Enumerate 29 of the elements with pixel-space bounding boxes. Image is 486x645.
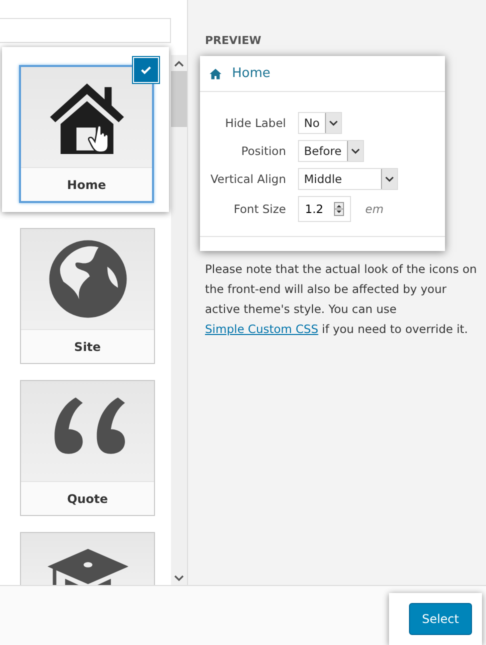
icon-tile[interactable]: Site (20, 228, 155, 364)
dropdown[interactable]: Before (298, 140, 364, 162)
help-text: Please note that the actual look of the icons on the front-end will also be affected by your active theme's style. You can use Simple Custom CSS if you need to override it. (205, 261, 478, 338)
checkmark-icon (133, 57, 159, 83)
home-icon (209, 68, 222, 80)
field-label: Hide Label (224, 116, 286, 130)
caret-icon (346, 141, 363, 161)
icon-tile[interactable]: Home (19, 65, 154, 203)
scrollbar[interactable] (171, 55, 187, 585)
icon-tile[interactable] (20, 532, 155, 585)
icon-tile[interactable]: Quote (20, 380, 155, 516)
caret-icon (381, 169, 397, 189)
scroll-up-icon[interactable] (174, 61, 184, 67)
scroll-down-icon[interactable] (174, 575, 184, 581)
field-label: Font Size (232, 202, 286, 216)
section-heading: PREVIEW (205, 34, 262, 47)
dropdown[interactable]: No (298, 112, 342, 134)
spinner-icon[interactable] (334, 202, 344, 216)
field-label: Vertical Align (209, 172, 286, 186)
scrollbar-thumb[interactable] (171, 71, 187, 127)
field-label: Position (240, 144, 286, 158)
select-button[interactable]: Select (408, 603, 472, 635)
caret-icon (324, 113, 341, 133)
search-field[interactable] (0, 18, 171, 43)
number-field[interactable]: 1.2 (298, 196, 352, 222)
preview-label: Home (232, 66, 270, 81)
unit-label: em (365, 202, 384, 216)
link[interactable]: Simple Custom CSS (205, 322, 318, 336)
dropdown[interactable]: Middle (298, 168, 398, 190)
